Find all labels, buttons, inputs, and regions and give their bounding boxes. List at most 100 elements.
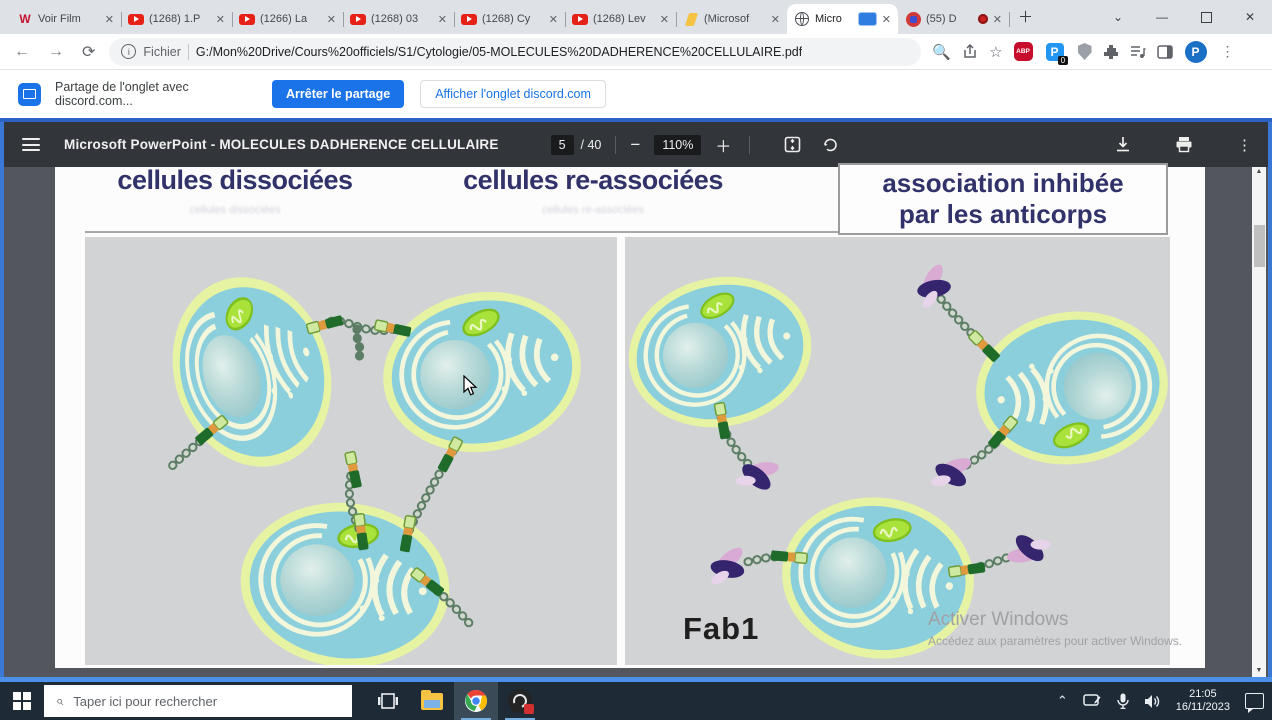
p-extension-icon[interactable]: P0 bbox=[1045, 42, 1068, 65]
tray-device-icon[interactable] bbox=[1083, 694, 1102, 708]
bookmark-star-icon[interactable]: ☆ bbox=[989, 43, 1002, 61]
tab-microsoft-doc[interactable]: (Microsof ✕ bbox=[676, 4, 788, 34]
obs-recorder-button[interactable] bbox=[498, 682, 542, 720]
scrollbar-thumb[interactable] bbox=[1253, 225, 1265, 267]
scroll-up-icon[interactable]: ▲ bbox=[1256, 167, 1263, 177]
tray-date: 16/11/2023 bbox=[1175, 701, 1230, 713]
window-controls: ⌄ — ✕ bbox=[1096, 0, 1272, 34]
zoom-indicator-icon[interactable]: 🔍 bbox=[932, 43, 951, 61]
youtube-icon bbox=[572, 11, 588, 27]
scroll-down-icon[interactable]: ▼ bbox=[1256, 666, 1263, 676]
file-explorer-button[interactable] bbox=[410, 682, 454, 720]
omnibox[interactable]: i Fichier G:/Mon%20Drive/Cours%20officie… bbox=[109, 37, 922, 66]
heading-association-inhibee: association inhibée par les anticorps bbox=[838, 163, 1168, 235]
pdf-scrollbar[interactable]: ▲ ▼ bbox=[1252, 167, 1266, 677]
cell-illustration-right bbox=[625, 237, 1170, 665]
ghost-text: cellules dissociées bbox=[189, 204, 281, 216]
close-icon[interactable]: ✕ bbox=[327, 13, 336, 26]
info-icon[interactable]: i bbox=[121, 44, 137, 59]
adblock-icon[interactable]: ABP bbox=[1013, 42, 1033, 61]
download-icon[interactable] bbox=[1115, 136, 1131, 153]
tab-youtube-5[interactable]: (1268) Lev ✕ bbox=[565, 4, 677, 34]
side-panel-icon[interactable] bbox=[1156, 44, 1173, 59]
activation-watermark-line1: Activer Windows bbox=[928, 609, 1069, 630]
share-frame-left bbox=[0, 122, 4, 677]
system-tray: ⌃ 21:05 16/11/2023 bbox=[1057, 682, 1264, 720]
close-icon[interactable]: ✕ bbox=[105, 13, 114, 26]
cell-illustration-left bbox=[85, 237, 617, 665]
obs-icon bbox=[508, 689, 534, 714]
share-message: Partage de l'onglet avec discord.com... bbox=[55, 80, 189, 108]
tab-discord[interactable]: (55) D ✕ bbox=[898, 4, 1010, 34]
new-tab-button[interactable]: ＋ bbox=[1018, 6, 1033, 27]
zoom-level[interactable]: 110% bbox=[654, 134, 702, 155]
close-icon[interactable]: ✕ bbox=[549, 13, 558, 26]
browser-tab-strip: W Voir Film ✕ (1268) 1.P ✕ (1266) La ✕ (… bbox=[0, 0, 1272, 34]
close-icon[interactable]: ✕ bbox=[771, 13, 780, 26]
menu-dots-icon[interactable]: ⋮ bbox=[1221, 43, 1235, 60]
tab-voir-film[interactable]: W Voir Film ✕ bbox=[10, 4, 122, 34]
close-icon[interactable]: ✕ bbox=[660, 13, 669, 26]
page-total: / 40 bbox=[580, 137, 602, 152]
restore-button[interactable] bbox=[1184, 0, 1228, 34]
close-icon[interactable]: ✕ bbox=[438, 13, 447, 26]
windows-start-button[interactable] bbox=[0, 682, 44, 720]
task-view-button[interactable] bbox=[366, 682, 410, 720]
zoom-out-button[interactable]: − bbox=[630, 135, 640, 155]
back-icon[interactable]: ← bbox=[14, 43, 30, 61]
chrome-icon bbox=[465, 689, 487, 712]
clock[interactable]: 21:05 16/11/2023 bbox=[1176, 688, 1230, 714]
zoom-in-button[interactable]: ＋ bbox=[715, 133, 731, 157]
extensions-puzzle-icon[interactable] bbox=[1103, 44, 1119, 60]
stop-sharing-button[interactable]: Arrêter le partage bbox=[272, 80, 405, 108]
fab1-label: Fab1 bbox=[683, 611, 760, 646]
microphone-icon[interactable] bbox=[1117, 693, 1129, 709]
close-icon[interactable]: ✕ bbox=[993, 13, 1002, 26]
hamburger-menu-icon[interactable] bbox=[22, 138, 40, 151]
playlist-icon[interactable] bbox=[1130, 45, 1146, 59]
pdf-content-area: cellules dissociées cellules re-associée… bbox=[0, 163, 1272, 677]
tab-active-pdf[interactable]: Micro ✕ bbox=[787, 4, 898, 34]
profile-avatar[interactable]: P bbox=[1184, 40, 1207, 63]
chrome-button[interactable] bbox=[454, 682, 498, 720]
close-icon[interactable]: ✕ bbox=[882, 13, 891, 26]
globe-icon bbox=[794, 11, 810, 27]
chevron-down-icon[interactable]: ⌄ bbox=[1096, 0, 1140, 34]
view-shared-tab-button[interactable]: Afficher l'onglet discord.com bbox=[420, 80, 606, 108]
close-icon[interactable]: ✕ bbox=[216, 13, 225, 26]
activation-watermark-line2: Accédez aux paramètres pour activer Wind… bbox=[928, 634, 1183, 648]
speaker-icon[interactable] bbox=[1144, 694, 1161, 709]
tab-title: (1268) 03 bbox=[371, 13, 419, 25]
taskbar-search-input[interactable]: ⌕ Taper ici pour rechercher bbox=[44, 685, 352, 717]
url-text: G:/Mon%20Drive/Cours%20officiels/S1/Cyto… bbox=[195, 44, 803, 59]
reload-icon[interactable]: ⟳ bbox=[82, 42, 95, 62]
ghost-text: cellules re-associées bbox=[541, 204, 645, 216]
close-window-button[interactable]: ✕ bbox=[1228, 0, 1272, 34]
divider bbox=[187, 43, 189, 60]
tab-youtube-4[interactable]: (1268) Cy ✕ bbox=[454, 4, 566, 34]
tab-youtube-1[interactable]: (1268) 1.P ✕ bbox=[121, 4, 233, 34]
youtube-icon bbox=[350, 11, 366, 27]
tab-title: (55) D bbox=[926, 13, 957, 25]
shield-icon[interactable] bbox=[1077, 43, 1092, 60]
print-icon[interactable] bbox=[1175, 136, 1193, 153]
heading-line2: par les anticorps bbox=[898, 199, 1108, 229]
forward-icon[interactable]: → bbox=[48, 43, 64, 61]
divider bbox=[615, 135, 617, 154]
desktop-screen: W Voir Film ✕ (1268) 1.P ✕ (1266) La ✕ (… bbox=[0, 0, 1272, 720]
search-icon: ⌕ bbox=[56, 693, 64, 708]
rotate-button[interactable] bbox=[821, 136, 839, 154]
page-number-input[interactable]: 5 bbox=[550, 134, 574, 155]
extension-badge: 0 bbox=[1058, 55, 1068, 65]
more-options-icon[interactable]: ⋮ bbox=[1237, 136, 1252, 154]
discord-icon bbox=[905, 11, 921, 27]
minimize-button[interactable]: — bbox=[1140, 0, 1184, 34]
antibody-fragment bbox=[904, 258, 961, 313]
fit-page-button[interactable] bbox=[784, 136, 801, 153]
notification-icon[interactable] bbox=[1245, 693, 1264, 713]
share-icon[interactable] bbox=[962, 43, 978, 60]
heading-cellules-reassociees: cellules re-associées bbox=[463, 165, 723, 195]
tab-youtube-2[interactable]: (1266) La ✕ bbox=[232, 4, 344, 34]
tab-youtube-3[interactable]: (1268) 03 ✕ bbox=[343, 4, 455, 34]
tray-chevron-icon[interactable]: ⌃ bbox=[1057, 693, 1068, 709]
